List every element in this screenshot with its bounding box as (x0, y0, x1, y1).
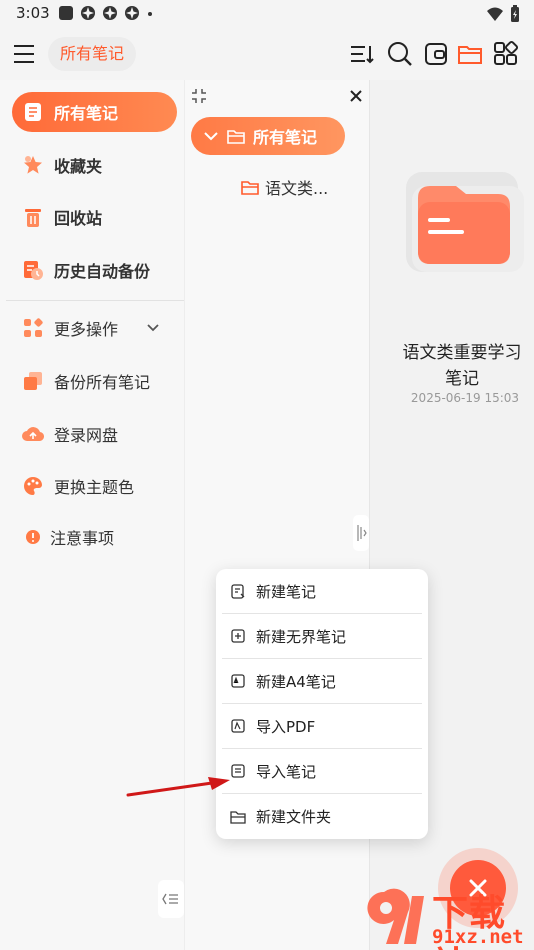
sidebar-item-label: 更多操作 (54, 320, 119, 339)
menu-item-label: 新建无界笔记 (256, 627, 347, 646)
sidebar-item-backup-all[interactable]: 备份所有笔记 (12, 361, 177, 401)
current-folder-chip[interactable]: 所有笔记 (48, 37, 137, 71)
sidebar-item-label: 历史自动备份 (54, 262, 151, 281)
pdf-icon (230, 718, 246, 734)
menu-item-new-a4-note[interactable]: 新建A4笔记 (222, 659, 422, 704)
sidebar-item-notes[interactable]: 注意事项 (12, 517, 177, 557)
collapse-icon[interactable] (191, 88, 207, 104)
menu-item-label: 导入PDF (256, 717, 316, 736)
folder-item-chinese[interactable]: 语文类... (241, 175, 328, 199)
pinwheel-icon (103, 6, 117, 20)
trash-icon (22, 206, 44, 228)
create-menu-popup: 新建笔记 新建无界笔记 新建A4笔记 导入PDF 导入笔记 新建文件夹 (216, 569, 428, 839)
note-date: 2025-06-19 15:03 (410, 391, 520, 405)
panel-resize-handle-icon[interactable] (353, 515, 369, 551)
folder-icon (241, 181, 259, 195)
palette-icon (22, 475, 44, 497)
close-icon[interactable] (350, 90, 362, 102)
sort-icon[interactable] (348, 40, 376, 68)
menu-item-import-pdf[interactable]: 导入PDF (222, 704, 422, 749)
sidebar-item-label: 收藏夹 (54, 157, 103, 176)
cloud-upload-icon (22, 423, 44, 445)
sidebar-item-label: 登录网盘 (54, 426, 119, 445)
info-icon (22, 526, 44, 548)
sidebar-item-label: 所有笔记 (54, 104, 119, 123)
a4-page-icon (230, 673, 246, 689)
note-list-icon (22, 101, 44, 123)
apps-icon (22, 317, 44, 339)
app-notification-icon (59, 6, 73, 20)
folder-label: 所有笔记 (253, 128, 318, 147)
sidebar-item-favorites[interactable]: 收藏夹 (12, 145, 177, 185)
grid-view-icon[interactable] (492, 40, 520, 68)
sidebar-item-theme-color[interactable]: 更换主题色 (12, 466, 177, 506)
chevron-down-icon (204, 132, 218, 141)
pinwheel-icon (81, 6, 95, 20)
sidebar-item-label: 备份所有笔记 (54, 373, 151, 392)
new-note-icon (230, 583, 246, 599)
sidebar-item-trash[interactable]: 回收站 (12, 197, 177, 237)
status-time: 3:03 (16, 4, 50, 22)
menu-item-new-infinite-note[interactable]: 新建无界笔记 (222, 614, 422, 659)
menu-item-new-folder[interactable]: 新建文件夹 (222, 794, 422, 839)
menu-item-label: 导入笔记 (256, 762, 317, 781)
sidebar-item-all-notes[interactable]: 所有笔记 (12, 92, 177, 132)
watermark: 下载站 91xz.net (366, 886, 534, 950)
menu-item-label: 新建A4笔记 (256, 672, 336, 691)
status-bar: 3:03 (0, 0, 534, 28)
backup-history-icon (22, 259, 44, 281)
sidebar-item-more-actions[interactable]: 更多操作 (12, 308, 177, 348)
folder-item-all-notes[interactable]: 所有笔记 (191, 117, 345, 155)
watermark-logo-icon (367, 888, 424, 944)
backup-icon (22, 370, 44, 392)
menu-item-import-note[interactable]: 导入笔记 (222, 749, 422, 794)
hamburger-menu-icon[interactable] (12, 42, 36, 66)
star-icon (22, 154, 44, 176)
sidebar-divider (6, 300, 184, 301)
sidebar-item-auto-backup[interactable]: 历史自动备份 (12, 250, 177, 290)
sidebar-item-label: 注意事项 (50, 529, 115, 548)
search-icon[interactable] (386, 40, 414, 68)
annotation-arrow (126, 777, 230, 797)
sidebar-item-label: 回收站 (54, 209, 103, 228)
top-toolbar: 所有笔记 (0, 28, 534, 80)
battery-icon (511, 5, 519, 22)
folder-view-icon[interactable] (456, 40, 484, 68)
menu-item-new-note[interactable]: 新建笔记 (222, 569, 422, 614)
wifi-icon (487, 7, 503, 21)
folder-icon (227, 130, 245, 144)
system-icons (486, 5, 520, 23)
note-title[interactable]: 语文类重要学习笔记 (396, 340, 528, 392)
menu-item-label: 新建文件夹 (256, 808, 332, 826)
sidebar-item-label: 更换主题色 (54, 478, 135, 497)
folder-icon (230, 809, 246, 825)
add-square-icon (230, 628, 246, 644)
wallet-icon[interactable] (422, 40, 450, 68)
note-folder-thumbnail-icon[interactable] (404, 172, 524, 272)
sidebar-item-cloud-login[interactable]: 登录网盘 (12, 414, 177, 454)
watermark-url: 91xz.net (432, 926, 524, 948)
menu-item-label: 新建笔记 (256, 582, 317, 601)
pinwheel-icon (125, 6, 139, 20)
folder-label: 语文类... (265, 179, 329, 198)
sidebar: 所有笔记 收藏夹 回收站 历史自动备份 更多操作 备份所有笔记 登录网盘 更换主… (0, 80, 184, 950)
collapse-sidebar-icon[interactable] (158, 880, 184, 918)
dot-icon (148, 12, 152, 16)
notification-icons (58, 5, 154, 21)
chevron-down-icon (147, 324, 159, 332)
